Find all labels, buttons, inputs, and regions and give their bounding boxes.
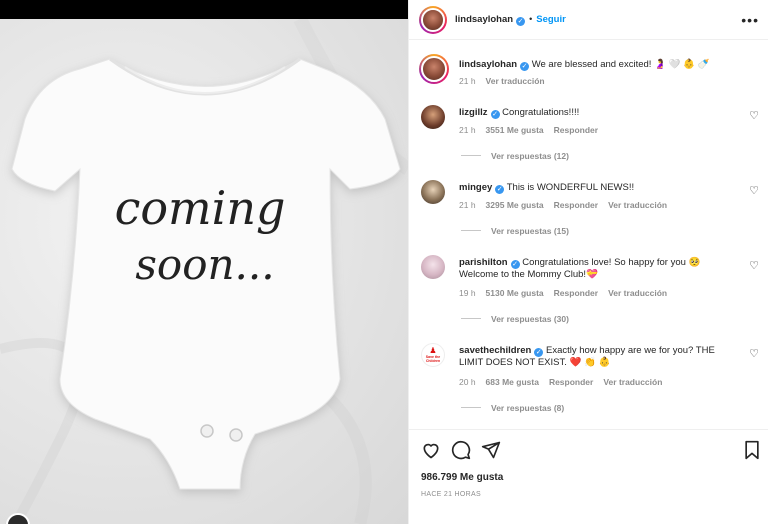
caption-translate-link[interactable]: Ver traducción [486, 76, 545, 86]
reply-link[interactable]: Responder [554, 288, 598, 298]
header-user-row: lindsaylohan ✓ • Seguir [455, 14, 566, 26]
comment-text-row: lizgillz ✓ Congratulations!!!! [459, 107, 739, 119]
verified-badge-icon: ✓ [516, 17, 526, 26]
comment-text-row: mingey ✓ This is WONDERFUL NEWS!! [459, 182, 739, 194]
comment-meta: 20 h 683 Me gusta Responder Ver traducción [459, 377, 672, 387]
caption-owner-avatar[interactable] [419, 54, 449, 84]
separator-dot: • [529, 14, 533, 24]
share-send-icon[interactable] [481, 440, 501, 460]
owner-avatar[interactable] [419, 6, 447, 34]
comment-likes[interactable]: 3551 Me gusta [486, 125, 544, 135]
comment-username[interactable]: mingey [459, 182, 492, 193]
more-options-icon[interactable]: ••• [741, 12, 759, 28]
reply-link[interactable]: Responder [554, 200, 598, 210]
view-replies-link[interactable]: Ver respuestas (12) [461, 151, 569, 161]
comment-username[interactable]: parishilton [459, 257, 508, 268]
follow-button[interactable]: Seguir [536, 14, 566, 25]
comment-username[interactable]: savethechildren [459, 345, 531, 356]
comment-text-row: savethechildren ✓ Exactly how happy are w… [459, 345, 739, 369]
translate-link[interactable]: Ver traducción [608, 288, 667, 298]
comment-time: 19 h [459, 288, 476, 298]
comment-likes[interactable]: 683 Me gusta [486, 377, 539, 387]
verified-badge-icon: ✓ [534, 348, 544, 357]
reply-link[interactable]: Responder [549, 377, 593, 387]
verified-badge-icon: ✓ [490, 110, 500, 119]
caption-time: 21 h [459, 76, 476, 86]
post-photo[interactable]: coming soon... [0, 19, 408, 524]
post-like-count[interactable]: 986.799 Me gusta [421, 472, 503, 483]
like-comment-heart-icon[interactable]: ♡ [749, 259, 759, 272]
post-actions-bar: 986.799 Me gusta HACE 21 HORAS [409, 429, 768, 524]
comment-username[interactable]: lizgillz [459, 107, 488, 118]
avatar-logo-text: Save the Children [425, 355, 441, 363]
comment-meta: 21 h 3551 Me gusta Responder [459, 125, 608, 135]
reply-link[interactable]: Responder [554, 125, 598, 135]
post-timestamp: HACE 21 HORAS [421, 491, 481, 498]
verified-badge-icon: ✓ [510, 260, 520, 269]
comments-list: lindsaylohan ✓ We are blessed and excited… [409, 41, 768, 429]
onesie-text-line1: coming [115, 181, 286, 235]
caption-text: We are blessed and excited! 🤰 🤍 👶 🍼 [531, 59, 710, 70]
like-comment-heart-icon[interactable]: ♡ [749, 184, 759, 197]
onesie-illustration: coming soon... [0, 19, 408, 524]
translate-link[interactable]: Ver traducción [603, 377, 662, 387]
comment-meta: 19 h 5130 Me gusta Responder Ver traducción [459, 288, 677, 298]
caption-text-row: lindsaylohan ✓ We are blessed and excited… [459, 59, 739, 71]
save-the-children-logo-icon: ♟ [429, 346, 437, 355]
owner-username[interactable]: lindsaylohan [455, 14, 513, 25]
save-bookmark-icon[interactable] [743, 440, 761, 460]
like-comment-heart-icon[interactable]: ♡ [749, 109, 759, 122]
comment-text-row: parishilton ✓ Congratulations love! So ha… [459, 257, 739, 281]
comment-likes[interactable]: 3295 Me gusta [486, 200, 544, 210]
verified-badge-icon: ✓ [520, 62, 530, 71]
comment-time: 20 h [459, 377, 476, 387]
photo-top-bar [0, 0, 408, 19]
comment-likes[interactable]: 5130 Me gusta [486, 288, 544, 298]
like-heart-icon[interactable] [421, 440, 441, 460]
view-replies-link[interactable]: Ver respuestas (15) [461, 226, 569, 236]
post-side-panel: lindsaylohan ✓ • Seguir ••• lindsaylohan ✓ W… [408, 0, 768, 524]
commenter-avatar[interactable]: ♟ Save the Children [421, 343, 445, 367]
commenter-avatar[interactable] [421, 105, 445, 129]
comment-meta: 21 h 3295 Me gusta Responder Ver traducción [459, 200, 677, 210]
commenter-avatar[interactable] [421, 180, 445, 204]
verified-badge-icon: ✓ [495, 185, 505, 194]
view-replies-link[interactable]: Ver respuestas (30) [461, 314, 569, 324]
like-comment-heart-icon[interactable]: ♡ [749, 347, 759, 360]
comment-time: 21 h [459, 200, 476, 210]
post-header: lindsaylohan ✓ • Seguir ••• [409, 0, 768, 40]
comment-bubble-icon[interactable] [451, 440, 471, 460]
comment-text: Congratulations!!!! [502, 107, 580, 118]
caption-username[interactable]: lindsaylohan [459, 59, 517, 70]
view-replies-link[interactable]: Ver respuestas (8) [461, 403, 564, 413]
translate-link[interactable]: Ver traducción [608, 200, 667, 210]
comment-time: 21 h [459, 125, 476, 135]
comment-text: This is WONDERFUL NEWS!! [506, 182, 635, 193]
onesie-text-line2: soon... [135, 240, 274, 289]
caption-meta: 21 h Ver traducción [459, 76, 555, 86]
commenter-avatar[interactable] [421, 255, 445, 279]
